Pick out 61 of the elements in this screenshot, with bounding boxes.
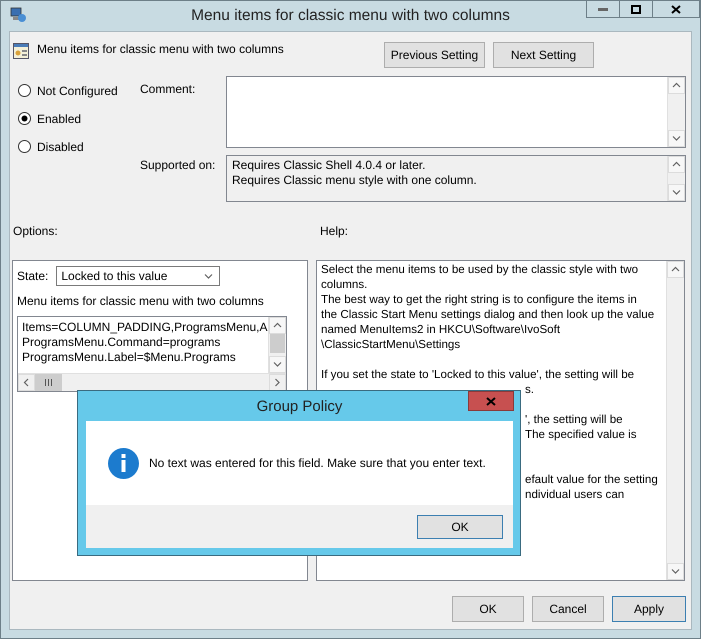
help-text-line: efault value for the setting [525, 472, 658, 487]
ok-button[interactable]: OK [417, 514, 503, 538]
close-icon [486, 396, 496, 406]
state-dropdown[interactable]: Locked to this value [56, 266, 220, 286]
help-label: Help: [320, 224, 348, 240]
field-text-line: ProgramsMenu.Label=$Menu.Programs [22, 350, 237, 365]
comment-field[interactable] [226, 76, 686, 148]
ok-button[interactable]: OK [452, 596, 524, 622]
scroll-down-icon[interactable] [273, 361, 282, 368]
maximize-icon [631, 4, 641, 14]
apply-button[interactable]: Apply [612, 596, 686, 622]
close-button[interactable] [652, 0, 700, 18]
computer-icon [10, 7, 27, 23]
scroll-up-icon[interactable] [273, 322, 282, 329]
grip-icon [45, 379, 52, 386]
next-setting-button[interactable]: Next Setting [493, 42, 594, 68]
radio-option[interactable]: Not Configured [18, 83, 140, 98]
field-text-line: Items=COLUMN_PADDING,ProgramsMenu,A [22, 320, 268, 335]
dialog-message: No text was entered for this field. Make sure that you enter text. [149, 456, 486, 470]
scroll-down-icon[interactable] [672, 189, 681, 196]
menu-items-field[interactable]: Items=COLUMN_PADDING,ProgramsMenu,A ProgramsMenu.Command=programs ProgramsMenu.Label=$Menu.Programs [17, 316, 287, 392]
help-text-line: \ClassicStartMenu\Settings [321, 337, 462, 352]
help-text-line: ', the setting will be [525, 412, 623, 427]
scroll-up-icon[interactable] [672, 82, 681, 89]
scroll-left-icon[interactable] [23, 378, 30, 387]
scroll-right-icon[interactable] [274, 378, 281, 387]
help-text-line: ndividual users can [525, 487, 624, 502]
state-label: State: [17, 269, 48, 283]
help-text-line: Select the menu items to be used by the classic style with two [321, 262, 640, 277]
minimize-icon [598, 8, 608, 10]
dialog-title: Group Policy [256, 398, 342, 414]
comment-label: Comment: [140, 82, 196, 96]
help-text-line: The specified value is [525, 427, 636, 442]
help-text-line: the Classic Start Menu settings dialog and then look up the value [321, 307, 656, 322]
help-text-line: columns. [321, 277, 368, 292]
scrollbar-thumb[interactable] [270, 334, 285, 353]
scroll-up-icon[interactable] [672, 161, 681, 168]
scroll-down-icon[interactable] [672, 135, 681, 142]
scroll-up-icon[interactable] [671, 266, 680, 273]
help-text-line: If you set the state to 'Locked to this value', the setting will be [321, 367, 636, 382]
scroll-down-icon[interactable] [671, 568, 680, 575]
supported-on-text: Requires Classic menu style with one column. [232, 173, 478, 188]
radio-option[interactable]: Enabled [18, 111, 140, 126]
help-text-line: s. [525, 382, 534, 397]
scrollbar-thumb[interactable] [35, 374, 62, 391]
supported-on-text: Requires Classic Shell 4.0.4 or later. [232, 158, 426, 173]
close-icon [671, 4, 681, 14]
field-text-line: ProgramsMenu.Command=programs [22, 335, 222, 350]
supported-on-label: Supported on: [140, 158, 216, 172]
window-title: Menu items for classic menu with two columns [191, 7, 510, 25]
cancel-button[interactable]: Cancel [532, 596, 604, 622]
info-icon [108, 448, 139, 478]
minimize-button[interactable] [586, 0, 620, 18]
policy-icon [13, 43, 29, 59]
radio-option[interactable]: Disabled [18, 139, 140, 154]
help-text-line: named MenuItems2 in HKCU\Software\IvoSoft [321, 322, 562, 337]
help-text-line: The best way to get the right string is to configure the items in [321, 292, 638, 307]
options-label: Options: [12, 224, 59, 240]
field-label: Menu items for classic menu with two columns [17, 294, 265, 308]
setting-name: Menu items for classic menu with two columns [37, 42, 284, 56]
previous-setting-button[interactable]: Previous Setting [384, 42, 485, 68]
